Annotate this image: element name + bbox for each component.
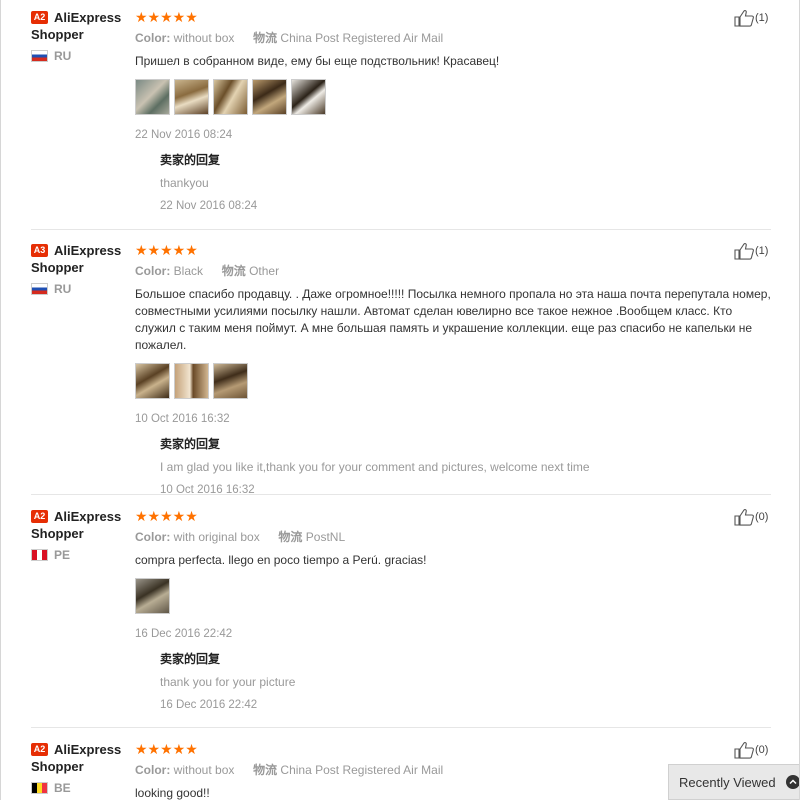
country-code: RU [54,282,72,296]
reviewer-name: AliExpress [54,508,122,524]
reviewer-info: A2 AliExpress Shopper BE [31,741,131,795]
reviewer-name-line2: Shopper [31,526,84,541]
helpful-button[interactable]: (0) [734,741,768,759]
recently-viewed-label: Recently Viewed [679,774,776,790]
seller-reply-text: thankyou [160,176,209,190]
rating-stars: ★★★★★ [135,242,198,258]
review-photos [135,578,771,614]
review-divider [31,229,771,230]
level-badge: A2 [31,509,48,523]
helpful-count: (1) [755,12,769,24]
flag-ru-icon [31,50,48,62]
review-photo[interactable] [135,363,170,399]
shipping-label: 物流 [253,31,278,45]
shipping-value: Other [249,264,280,278]
helpful-count: (1) [755,245,769,257]
color-label: Color: [135,530,171,544]
country-code: BE [54,781,71,795]
helpful-count: (0) [755,744,769,756]
review-date: 16 Dec 2016 22:42 [135,628,233,640]
review-photo[interactable] [174,79,209,115]
color-value: Black [173,264,204,278]
shipping-value: China Post Registered Air Mail [280,763,444,777]
seller-reply-text: thank you for your picture [160,675,296,689]
seller-reply-date: 16 Dec 2016 22:42 [160,699,258,711]
reviewer-name-line2: Shopper [31,27,84,42]
chevron-up-icon [785,775,799,789]
review-photo[interactable] [174,363,209,399]
review-text: Пришел в собранном виде, ему бы еще подс… [135,54,500,68]
helpful-button[interactable]: (0) [734,508,768,526]
helpful-count: (0) [755,511,769,523]
rating-stars: ★★★★★ [135,9,198,25]
seller-reply-title: 卖家的回复 [160,652,221,666]
reviews-panel: A2 AliExpress Shopper RU ★★★★★ Color: wi… [0,0,800,800]
rating-stars: ★★★★★ [135,741,198,757]
seller-reply-date: 10 Oct 2016 16:32 [160,484,255,496]
reviewer-info: A2 AliExpress Shopper PE [31,508,131,562]
review-photos [135,363,771,399]
seller-reply-text: I am glad you like it,thank you for your… [160,460,590,474]
review-date: 10 Oct 2016 16:32 [135,413,230,425]
shipping-value: PostNL [305,530,346,544]
flag-pe-icon [31,549,48,561]
seller-reply-title: 卖家的回复 [160,437,221,451]
review-text: compra perfecta. llego en poco tiempo a … [135,553,427,567]
seller-reply-title: 卖家的回复 [160,153,221,167]
review-photo[interactable] [291,79,326,115]
color-label: Color: [135,763,171,777]
review-photo[interactable] [135,578,170,614]
review-date: 22 Nov 2016 08:24 [135,129,233,141]
reviewer-name-line2: Shopper [31,260,84,275]
thumbs-up-icon [734,243,754,260]
seller-reply: 卖家的回复 thankyou 22 Nov 2016 08:24 [160,152,771,214]
reviewer-name-line2: Shopper [31,759,84,774]
review-divider [31,727,771,728]
level-badge: A2 [31,742,48,756]
thumbs-up-icon [734,10,754,27]
rating-stars: ★★★★★ [135,508,198,524]
review-text: Большое спасибо продавцу. . Даже огромно… [135,287,771,352]
review-photo[interactable] [213,79,248,115]
country-code: PE [54,548,71,562]
review-photo[interactable] [252,79,287,115]
shipping-label: 物流 [278,530,303,544]
color-value: with original box [173,530,260,544]
color-label: Color: [135,31,171,45]
seller-reply: 卖家的回复 I am glad you like it,thank you fo… [160,436,771,498]
country-code: RU [54,49,72,63]
review-photos [135,79,771,115]
review-divider [31,494,771,495]
reviewer-name: AliExpress [54,242,122,258]
seller-reply: 卖家的回复 thank you for your picture 16 Dec … [160,651,771,713]
level-badge: A2 [31,10,48,24]
review-meta: Color: without box 物流 China Post Registe… [135,30,771,46]
color-value: without box [173,31,235,45]
seller-reply-date: 22 Nov 2016 08:24 [160,200,258,212]
review-photo[interactable] [135,79,170,115]
review-photo[interactable] [213,363,248,399]
thumbs-up-icon [734,742,754,759]
shipping-value: China Post Registered Air Mail [280,31,444,45]
level-badge: A3 [31,243,48,257]
reviewer-name: AliExpress [54,9,122,25]
reviewer-info: A3 AliExpress Shopper RU [31,242,131,296]
flag-ru-icon [31,283,48,295]
helpful-button[interactable]: (1) [734,242,768,260]
color-label: Color: [135,264,171,278]
review-meta: Color: with original box 物流 PostNL [135,529,771,545]
shipping-label: 物流 [221,264,246,278]
reviewer-name: AliExpress [54,741,122,757]
reviewer-info: A2 AliExpress Shopper RU [31,9,131,63]
flag-be-icon [31,782,48,794]
recently-viewed-button[interactable]: Recently Viewed [668,764,799,800]
thumbs-up-icon [734,509,754,526]
color-value: without box [173,763,235,777]
review-meta: Color: Black 物流 Other [135,263,771,279]
helpful-button[interactable]: (1) [734,9,768,27]
shipping-label: 物流 [253,763,278,777]
